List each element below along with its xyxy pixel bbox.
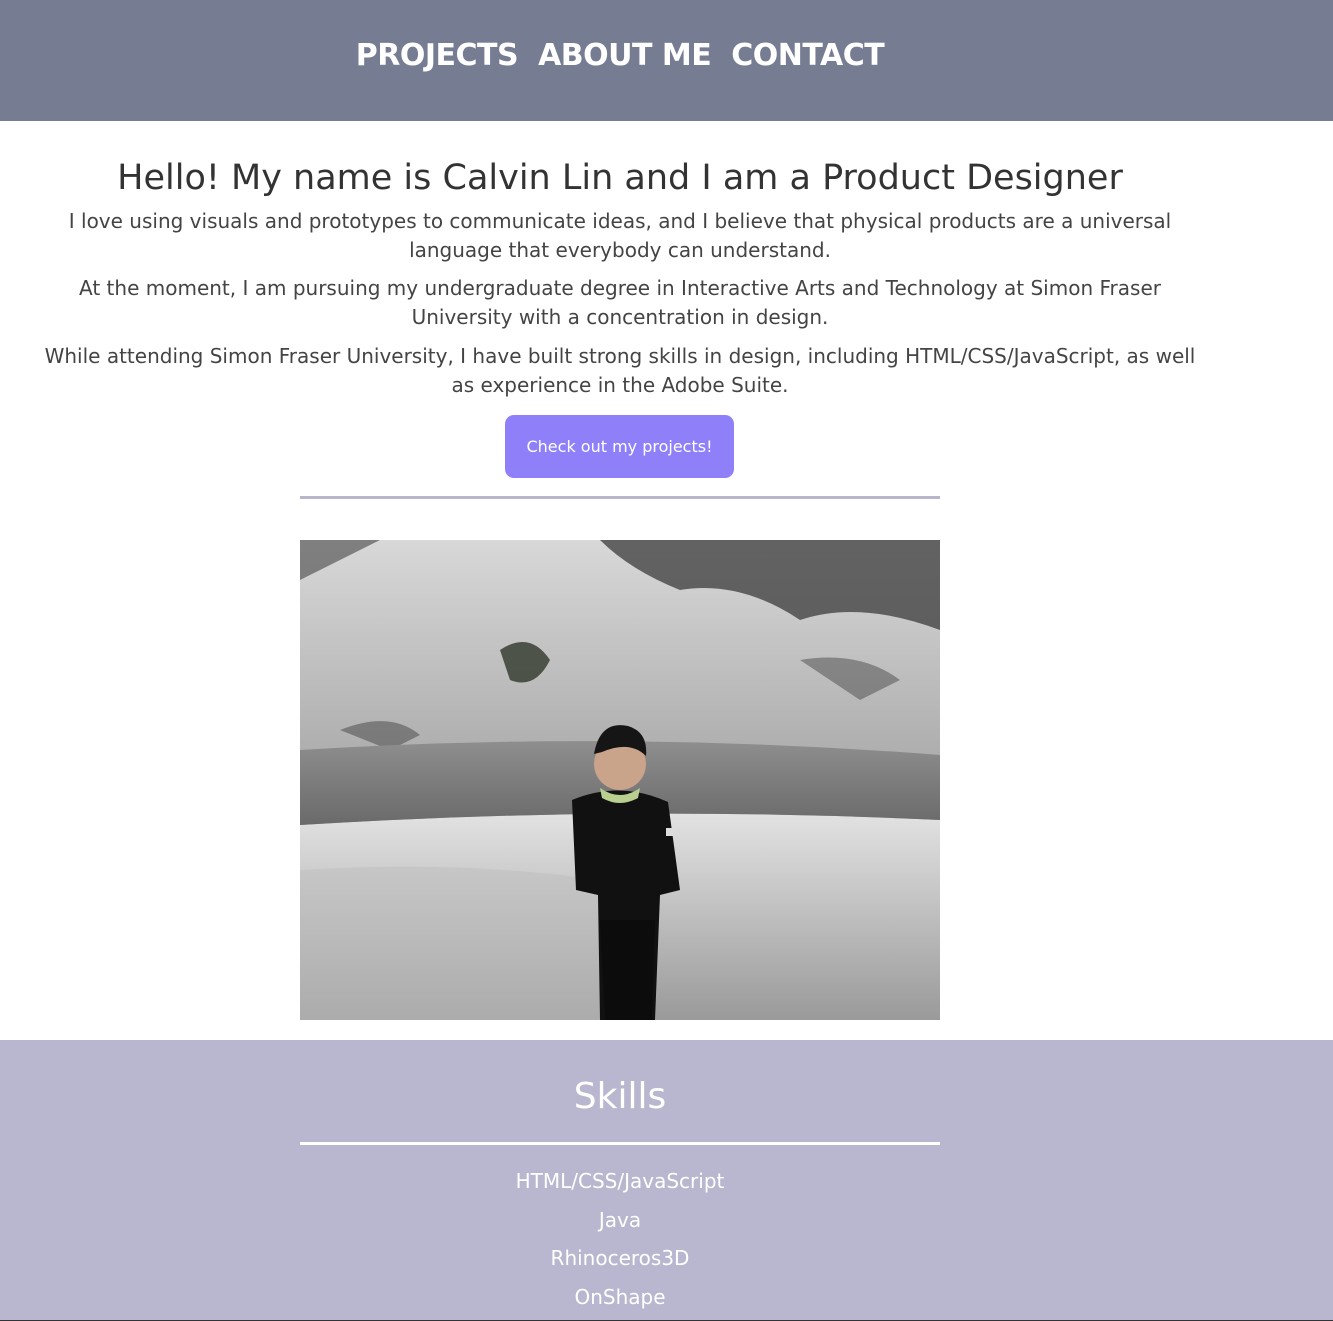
section-divider [300, 496, 940, 499]
skills-section: Skills HTML/CSS/JavaScript Java Rhinocer… [0, 1040, 1333, 1321]
nav-link-projects[interactable]: PROJECTS [356, 36, 519, 76]
top-navigation-bar: PROJECTS ABOUT ME CONTACT [0, 0, 1333, 121]
skill-item: OnShape [574, 1284, 666, 1309]
skills-title: Skills [573, 1076, 667, 1117]
skill-item: Rhinoceros3D [550, 1246, 690, 1270]
skill-item: Java [598, 1207, 642, 1232]
nav-link-contact[interactable]: CONTACT [731, 36, 884, 76]
intro-paragraph-2: At the moment, I am pursuing my undergra… [79, 276, 1161, 329]
skill-item: HTML/CSS/JavaScript [515, 1169, 725, 1193]
skills-list: HTML/CSS/JavaScript Java Rhinoceros3D On… [0, 1162, 1240, 1316]
skills-divider [300, 1142, 940, 1145]
hero-title: Hello! My name is Calvin Lin and I am a … [117, 158, 1123, 198]
intro-paragraph-3: While attending Simon Fraser University,… [44, 344, 1196, 397]
nav-link-about-me[interactable]: ABOUT ME [538, 36, 712, 76]
intro-paragraph-1: I love using visuals and prototypes to c… [68, 209, 1172, 262]
projects-cta-button[interactable]: Check out my projects! [505, 415, 734, 478]
nav-links: PROJECTS ABOUT ME CONTACT [0, 36, 1240, 76]
profile-photo [300, 540, 940, 1020]
